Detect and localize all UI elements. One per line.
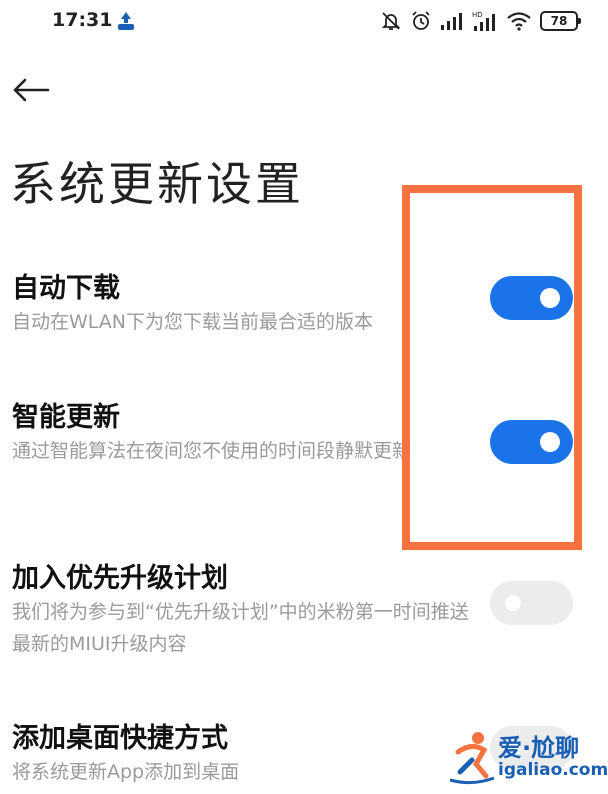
- battery-level: 78: [550, 14, 568, 28]
- setting-title: 加入优先升级计划: [12, 563, 228, 594]
- page-title: 系统更新设置: [10, 157, 304, 211]
- priority-upgrade-toggle[interactable]: [490, 581, 573, 625]
- hd-signal-icon: HD: [472, 10, 498, 32]
- setting-title: 添加桌面快捷方式: [12, 723, 228, 754]
- status-time: 17:31: [52, 9, 113, 31]
- mute-icon: [380, 10, 402, 32]
- setting-title: 自动下载: [12, 273, 120, 304]
- app-notification-icon: [115, 10, 137, 32]
- setting-title: 智能更新: [12, 402, 120, 433]
- setting-priority-upgrade[interactable]: 加入优先升级计划 我们将为参与到“优先升级计划”中的米粉第一时间推送最新的MIU…: [0, 556, 608, 666]
- toggle-knob: [540, 432, 560, 452]
- runner-logo-icon: [449, 732, 495, 785]
- toggle-knob: [540, 288, 560, 308]
- battery-icon: 78: [540, 11, 581, 31]
- setting-description: 自动在WLAN下为您下载当前最合适的版本: [12, 311, 374, 333]
- signal-icon: [440, 11, 464, 31]
- wifi-icon: [506, 11, 532, 31]
- watermark-text: 爱·尬聊: [498, 734, 580, 762]
- auto-download-toggle[interactable]: [490, 276, 573, 320]
- arrow-left-icon: [13, 78, 50, 102]
- back-button[interactable]: [12, 70, 56, 110]
- setting-description: 将系统更新App添加到桌面: [12, 761, 240, 783]
- status-icons: HD 78: [380, 8, 581, 34]
- setting-smart-update[interactable]: 智能更新 通过智能算法在夜间您不使用的时间段静默更新: [0, 395, 608, 505]
- alarm-icon: [410, 10, 432, 32]
- watermark-url: igaliao.com: [498, 760, 608, 780]
- setting-auto-download[interactable]: 自动下载 自动在WLAN下为您下载当前最合适的版本: [0, 266, 608, 346]
- watermark-logo: 爱·尬聊 igaliao.com: [448, 726, 608, 788]
- setting-description: 我们将为参与到“优先升级计划”中的米粉第一时间推送最新的MIUI升级内容: [12, 601, 469, 655]
- setting-description: 通过智能算法在夜间您不使用的时间段静默更新: [12, 440, 412, 462]
- toggle-knob: [503, 593, 523, 613]
- status-bar: 17:31 HD 78: [0, 0, 608, 42]
- svg-text:HD: HD: [472, 11, 483, 19]
- smart-update-toggle[interactable]: [490, 420, 573, 464]
